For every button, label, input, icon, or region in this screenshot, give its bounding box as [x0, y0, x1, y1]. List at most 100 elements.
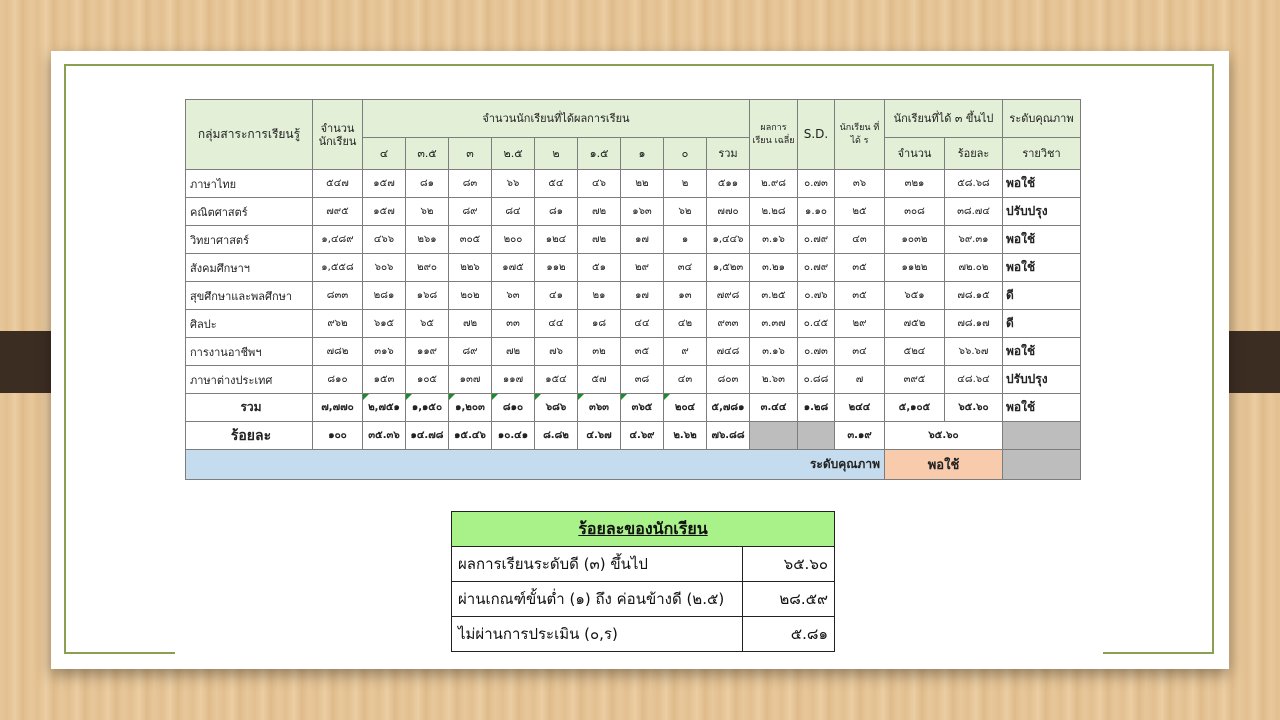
grade-count-cell: ๔๓: [663, 365, 707, 394]
summary-table: ร้อยละของนักเรียน ผลการเรียนระดับดี (๓) …: [451, 511, 835, 652]
student-count-cell: ๗๘๒: [312, 337, 363, 366]
grade-count-cell: ๑๗: [620, 225, 664, 254]
table-row: คณิตศาสตร์ ๗๙๕ ๑๕๗ ๖๒ ๘๙ ๘๔ ๘๑ ๗๒ ๑๖๓ ๖๒ ๗๗๐ ๒.๒๘ ๑.…: [185, 197, 1081, 226]
total-mean-grade: ๓.๔๔: [749, 393, 798, 422]
total-grade-count: ๒๐๔: [663, 393, 707, 422]
sd-cell: ๑.๑๐: [797, 197, 835, 226]
percent-grade-value: ๑๕.๔๖: [448, 421, 492, 450]
grade-count-cell: ๓๓: [491, 309, 535, 338]
grade-count-cell: ๖๓: [491, 281, 535, 310]
total-grade-count: ๓๖๓: [577, 393, 621, 422]
subject-cell: สุขศึกษาและพลศึกษา: [185, 281, 313, 310]
mean-grade-cell: ๓.๑๖: [749, 225, 798, 254]
header-three-up: นักเรียนที่ได้ ๓ ขึ้นไป: [884, 99, 1003, 138]
grade-count-cell: ๑๗๕: [491, 253, 535, 282]
percent-grade-value: ๗๖.๘๘: [706, 421, 750, 450]
header-grade-1-5: ๑.๕: [577, 137, 621, 170]
mean-grade-cell: ๒.๖๓: [749, 365, 798, 394]
summary-value-good: ๖๕.๖๐: [742, 546, 835, 582]
total-sd: ๑.๒๘: [797, 393, 835, 422]
header-grade-2-5: ๒.๕: [491, 137, 535, 170]
grade-count-cell: ๒๒: [620, 169, 664, 198]
header-quality-level: ระดับคุณภาพ: [1002, 99, 1081, 138]
three-up-percent-cell: ๗๘.๑๗: [944, 309, 1003, 338]
grade-count-cell: ๓๘: [620, 365, 664, 394]
header-students-r: นักเรียน ที่ได้ ร: [834, 99, 885, 170]
grade-count-cell: ๑๕๗: [362, 169, 406, 198]
grade-count-cell: ๑๖๘: [405, 281, 449, 310]
percent-row: ร้อยละ ๑๐๐ ๓๕.๓๖ ๑๔.๗๘ ๑๕.๔๖ ๑๐.๔๑ ๘.๘๒ ๔.๖๗ ๔.๖…: [185, 421, 1081, 450]
total-three-up-count: ๕,๑๐๕: [884, 393, 945, 422]
grade-count-cell: ๘๐๓: [706, 365, 750, 394]
grade-count-cell: ๓๕: [620, 337, 664, 366]
three-up-percent-cell: ๓๘.๗๔: [944, 197, 1003, 226]
grade-count-cell: ๗๙๘: [706, 281, 750, 310]
grade-count-cell: ๒๙๐: [405, 253, 449, 282]
quality-cell: พอใช้: [1002, 337, 1081, 366]
gray-cell: [797, 421, 835, 450]
grade-count-cell: ๓๐๕: [448, 225, 492, 254]
grade-count-cell: ๒๙: [620, 253, 664, 282]
table-row: ศิลปะ ๙๖๒ ๖๑๕ ๖๕ ๗๒ ๓๓ ๔๔ ๑๘ ๔๔ ๔๒ ๙๓๓ ๓.๓๗ ๐.๔๕ ๒๙ ๗๕…: [185, 309, 1081, 338]
percent-grade-value: ๘.๘๒: [534, 421, 578, 450]
students-r-cell: ๒๙: [834, 309, 885, 338]
header-count: จำนวน: [884, 137, 945, 170]
grade-count-cell: ๑๕๔: [534, 365, 578, 394]
total-grade-count: ๑,๑๕๐: [405, 393, 449, 422]
table-row: ภาษาไทย ๕๔๗ ๑๕๗ ๘๑ ๘๓ ๖๖ ๕๔ ๔๖ ๒๒๒๕๑๑ ๒.๙๘ ๐.๗๓ ๓๖๓…: [185, 169, 1081, 198]
total-students-r: ๒๔๔: [834, 393, 885, 422]
students-r-cell: ๒๕: [834, 197, 885, 226]
grade-count-cell: ๒: [663, 169, 707, 198]
grade-count-cell: ๑๑๒: [534, 253, 578, 282]
percent-student-count: ๑๐๐: [312, 421, 363, 450]
total-grade-count: ๒,๗๕๑: [362, 393, 406, 422]
percent-grade-value: ๔.๖๗: [577, 421, 621, 450]
grade-count-cell: ๗๖: [534, 337, 578, 366]
grade-count-cell: ๔๒: [663, 309, 707, 338]
three-up-count-cell: ๓๐๘: [884, 197, 945, 226]
grade-count-cell: ๖๖: [491, 169, 535, 198]
subject-cell: ภาษาไทย: [185, 169, 313, 198]
sd-cell: ๐.๗๓: [797, 169, 835, 198]
grade-count-cell: ๑๖๓: [620, 197, 664, 226]
sd-cell: ๐.๔๕: [797, 309, 835, 338]
grade-count-cell: ๓๑๖: [362, 337, 406, 366]
grade-count-cell: ๕๗: [577, 365, 621, 394]
grade-count-cell: ๒๘๑: [362, 281, 406, 310]
header-student-count: จำนวน นักเรียน: [312, 99, 363, 170]
mean-grade-cell: ๒.๒๘: [749, 197, 798, 226]
grade-count-cell: ๖๐๖: [362, 253, 406, 282]
three-up-count-cell: ๕๒๔: [884, 337, 945, 366]
summary-label-good: ผลการเรียนระดับดี (๓) ขึ้นไป: [451, 546, 743, 582]
student-count-cell: ๑,๔๘๙: [312, 225, 363, 254]
header-grade-0: ๐: [663, 137, 707, 170]
percent-grade-value: ๔.๖๙: [620, 421, 664, 450]
three-up-percent-cell: ๗๒.๐๒: [944, 253, 1003, 282]
grade-count-cell: ๑๓: [663, 281, 707, 310]
slide-content: กลุ่มสาระการเรียนรู้ จำนวน นักเรียน จำนว…: [175, 87, 1103, 663]
grade-count-cell: ๗๒: [448, 309, 492, 338]
grade-count-cell: ๑๑๗: [491, 365, 535, 394]
grade-count-cell: ๑๒๔: [534, 225, 578, 254]
grade-count-cell: ๑: [663, 225, 707, 254]
total-student-count: ๗,๗๗๐: [312, 393, 363, 422]
total-row: รวม ๗,๗๗๐ ๒,๗๕๑ ๑,๑๕๐ ๑,๒๐๓ ๘๑๐ ๖๘๖ ๓๖๓ ๓๖๕ ๒๐๔ ๕,…: [185, 393, 1081, 422]
quality-cell: พอใช้: [1002, 253, 1081, 282]
three-up-percent-cell: ๖๖.๖๗: [944, 337, 1003, 366]
mean-grade-cell: ๓.๑๖: [749, 337, 798, 366]
grade-count-cell: ๘๓: [448, 169, 492, 198]
header-percent: ร้อยละ: [944, 137, 1003, 170]
quality-cell: ดี: [1002, 309, 1081, 338]
students-r-cell: ๓๕: [834, 253, 885, 282]
students-r-cell: ๓๕: [834, 281, 885, 310]
slide-frame: กลุ่มสาระการเรียนรู้ จำนวน นักเรียน จำนว…: [64, 64, 1214, 663]
grade-count-cell: ๙: [663, 337, 707, 366]
sd-cell: ๐.๘๘: [797, 365, 835, 394]
percent-grade-value: ๓๕.๓๖: [362, 421, 406, 450]
percent-three-up: ๖๕.๖๐: [884, 421, 1003, 450]
grade-count-cell: ๖๒: [405, 197, 449, 226]
total-grade-count: ๑,๒๐๓: [448, 393, 492, 422]
grade-count-cell: ๒๖๑: [405, 225, 449, 254]
percent-grade-value: ๑๔.๗๘: [405, 421, 449, 450]
total-three-up-percent: ๖๕.๖๐: [944, 393, 1003, 422]
